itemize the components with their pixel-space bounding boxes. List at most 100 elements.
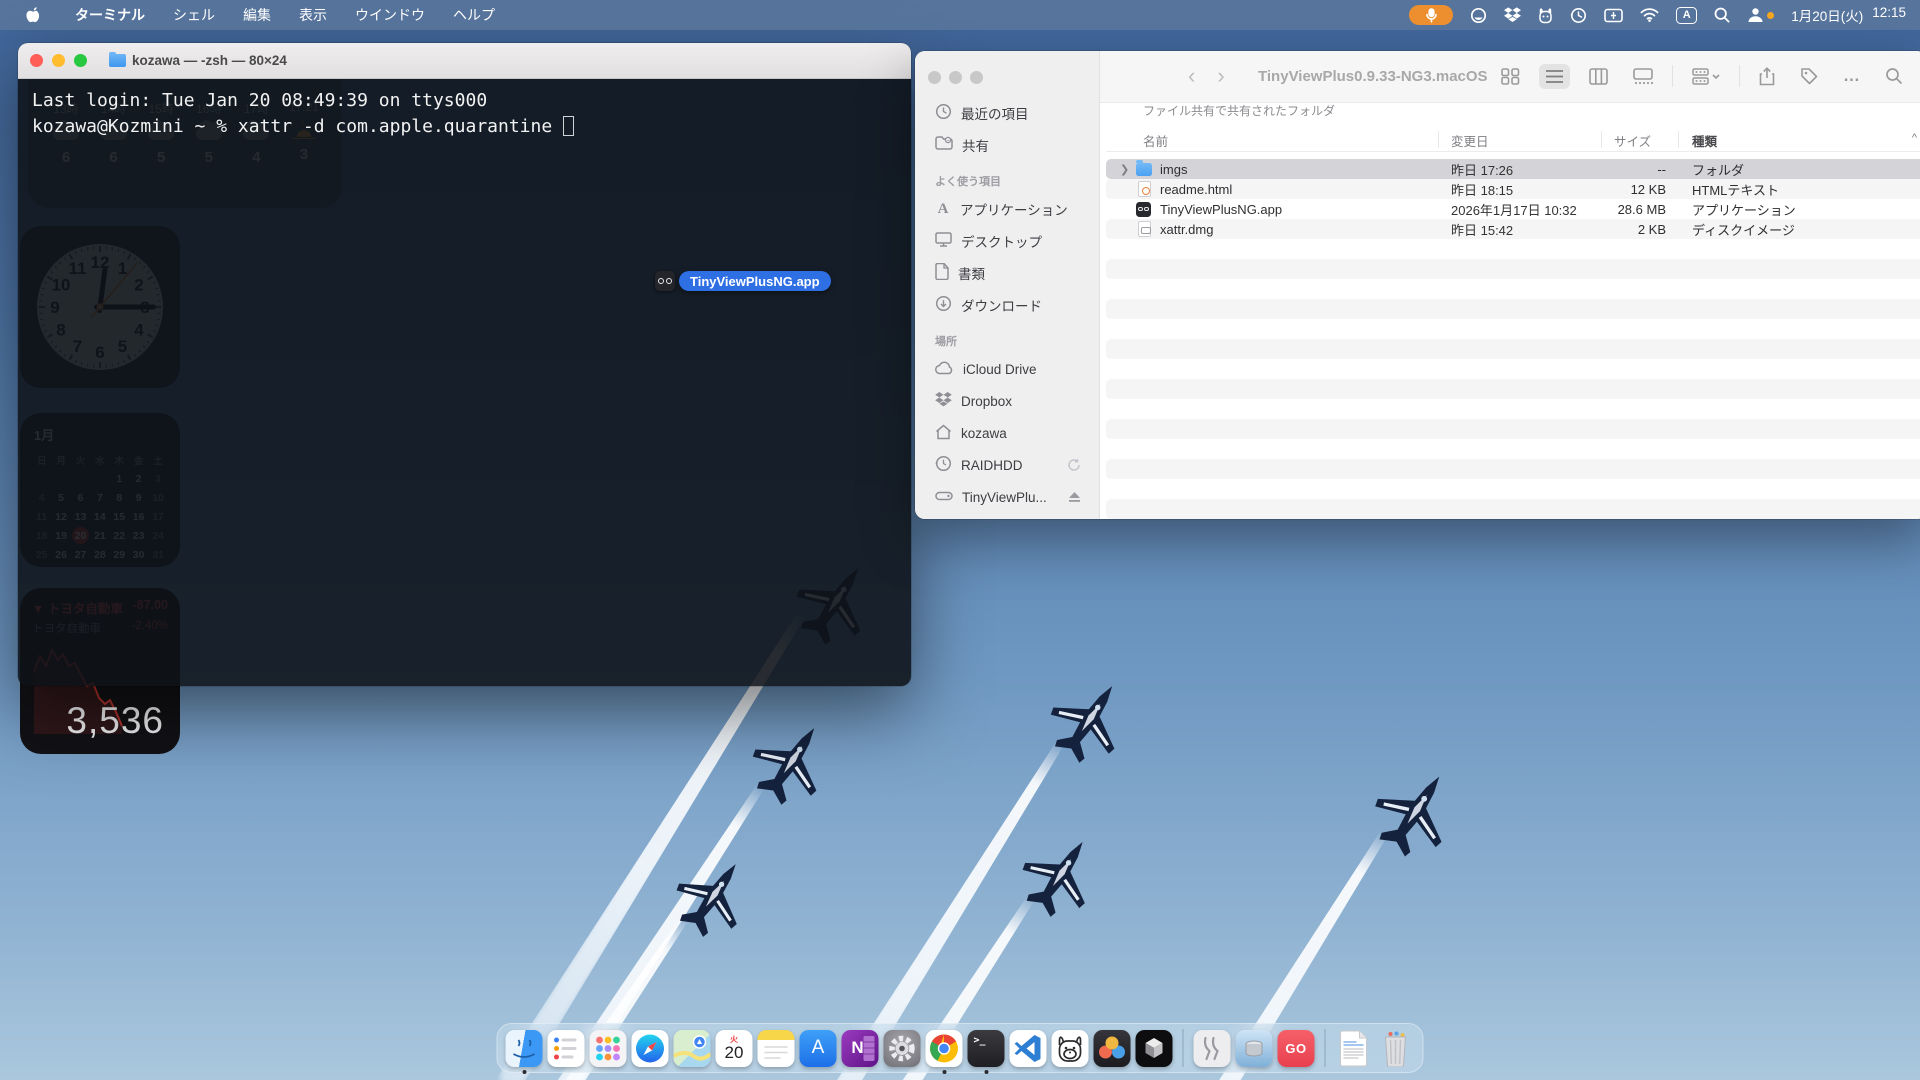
dock-app-store-icon[interactable]: A (800, 1030, 837, 1067)
sidebar-item-home[interactable]: kozawa (927, 420, 1089, 446)
folder-proxy-icon (109, 54, 126, 67)
dock-trash-icon[interactable] (1378, 1030, 1415, 1067)
list-header[interactable]: 名前 変更日 サイズ 種類 ^ (1106, 128, 1920, 152)
dock-maps-icon[interactable] (674, 1030, 711, 1067)
sidebar-item-applications[interactable]: Aアプリケーション (927, 196, 1089, 222)
dock-davinci-resolve-icon[interactable] (1094, 1030, 1131, 1067)
column-name[interactable]: 名前 (1143, 131, 1168, 150)
menu-edit[interactable]: 編集 (229, 0, 285, 30)
file-row-xattr.dmg[interactable]: xattr.dmg昨日 15:422 KBディスクイメージ (1106, 219, 1920, 239)
dock-finder-icon[interactable] (506, 1030, 543, 1067)
zoom-button[interactable] (74, 54, 87, 67)
dock: 火20 AN >_ GO (497, 1023, 1424, 1073)
dock-calendar-icon[interactable]: 火20 (716, 1030, 753, 1067)
sidebar-section-header: 場所 (935, 333, 957, 349)
view-gallery-button[interactable] (1627, 64, 1659, 89)
terminal-window[interactable]: kozawa — -zsh — 80×24 Last login: Tue Ja… (18, 43, 911, 686)
dock-chrome-icon[interactable] (926, 1030, 963, 1067)
menu-app-name[interactable]: ターミナル (61, 0, 159, 30)
drag-item[interactable]: TinyViewPlusNG.app (655, 271, 831, 291)
menu-bar-clock[interactable]: 1月20日(火) 12:15 (1791, 5, 1906, 25)
dock-tinyviewplus-icon[interactable] (1194, 1030, 1231, 1067)
user-switch-icon[interactable] (1747, 4, 1774, 26)
sidebar-item-desktop[interactable]: デスクトップ (927, 228, 1089, 254)
wifi-icon[interactable] (1640, 4, 1659, 26)
dock-separator (1183, 1029, 1184, 1067)
dock-tinyviewplus-ng-icon[interactable] (1236, 1030, 1273, 1067)
dock-go-icon[interactable]: GO (1278, 1030, 1315, 1067)
group-button[interactable] (1686, 64, 1726, 89)
search-icon[interactable] (1879, 63, 1909, 89)
dock-terminal-icon[interactable]: >_ (968, 1030, 1005, 1067)
dock-safari-icon[interactable] (632, 1030, 669, 1067)
tag-icon[interactable] (1794, 63, 1824, 89)
microphone-indicator[interactable] (1409, 5, 1453, 25)
minimize-button[interactable] (52, 54, 65, 67)
menu-shell[interactable]: シェル (159, 0, 229, 30)
sidebar-item-dropbox[interactable]: Dropbox (927, 388, 1089, 414)
dropbox-icon (935, 392, 952, 410)
sidebar-item-clock[interactable]: 最近の項目 (927, 100, 1089, 126)
menu-window[interactable]: ウインドウ (341, 0, 439, 30)
view-grid-button[interactable] (1495, 64, 1526, 89)
sidebar-item-downloads[interactable]: ダウンロード (927, 292, 1089, 318)
view-list-button[interactable] (1539, 64, 1570, 89)
finder-window[interactable]: 最近の項目共有よく使う項目Aアプリケーションデスクトップ書類ダウンロード場所iC… (915, 51, 1920, 519)
close-button[interactable] (30, 54, 43, 67)
menu-bar-time: 12:15 (1872, 5, 1906, 25)
dock-reminders-icon[interactable] (548, 1030, 585, 1067)
terminal-content[interactable]: Last login: Tue Jan 20 08:49:39 on ttys0… (18, 79, 911, 686)
spotlight-icon[interactable] (1714, 4, 1730, 26)
column-date[interactable]: 変更日 (1451, 131, 1489, 150)
sort-ascending-indicator[interactable]: ^ (1912, 132, 1917, 144)
icloud-icon (935, 361, 954, 378)
apple-menu[interactable] (24, 6, 39, 24)
view-columns-button[interactable] (1583, 64, 1614, 89)
file-row-TinyViewPlusNG.app[interactable]: TinyViewPlusNG.app2026年1月17日 10:3228.6 M… (1106, 199, 1920, 219)
sidebar-item-icloud[interactable]: iCloud Drive (927, 356, 1089, 382)
more-options-icon[interactable]: … (1837, 62, 1866, 90)
eject-icon[interactable] (1068, 491, 1081, 503)
forward-button[interactable]: › (1217, 63, 1224, 89)
sidebar-item-documents[interactable]: 書類 (927, 260, 1089, 286)
back-button[interactable]: ‹ (1188, 63, 1195, 89)
ollama-menu-icon[interactable] (1538, 4, 1553, 26)
dock-ollama-icon[interactable] (1052, 1030, 1089, 1067)
window-controls[interactable] (928, 71, 983, 84)
downloads-icon (935, 295, 952, 315)
column-size[interactable]: サイズ (1614, 131, 1651, 150)
display-icon[interactable] (1604, 4, 1623, 26)
close-button[interactable] (928, 71, 941, 84)
zoom-button[interactable] (970, 71, 983, 84)
disclosure-triangle[interactable]: ❯ (1120, 163, 1129, 176)
dropbox-menu-icon[interactable] (1504, 4, 1521, 26)
file-row-imgs[interactable]: ❯imgs昨日 17:26--フォルダ (1106, 159, 1920, 179)
dock-notes-icon[interactable] (758, 1030, 795, 1067)
sync-icon (1067, 458, 1081, 472)
input-source-icon[interactable]: A (1676, 7, 1697, 24)
dock-vscode-icon[interactable] (1010, 1030, 1047, 1067)
sidebar-item-shared-folder[interactable]: 共有 (927, 132, 1089, 158)
file-row-readme.html[interactable]: readme.html昨日 18:1512 KBHTMLテキスト (1106, 179, 1920, 199)
share-icon[interactable] (1753, 63, 1781, 90)
column-kind[interactable]: 種類 (1692, 131, 1717, 150)
menu-view[interactable]: 表示 (285, 0, 341, 30)
sidebar-item-external-disk[interactable]: TinyViewPlu... (927, 484, 1089, 510)
dock-launchpad-icon[interactable] (590, 1030, 627, 1067)
sidebar-item-timemachine[interactable]: RAIDHDD (927, 452, 1089, 478)
minimize-button[interactable] (949, 71, 962, 84)
terminal-titlebar[interactable]: kozawa — -zsh — 80×24 (18, 43, 911, 79)
time-machine-icon[interactable] (1570, 4, 1587, 26)
dock-onenote-icon[interactable]: N (842, 1030, 879, 1067)
dock-system-settings-icon[interactable] (884, 1030, 921, 1067)
menu-help[interactable]: ヘルプ (439, 0, 509, 30)
dock-document-icon[interactable] (1336, 1030, 1373, 1067)
sidebar-item-label: TinyViewPlu... (962, 490, 1047, 505)
empty-row (1106, 359, 1920, 379)
dock-unity-icon[interactable] (1136, 1030, 1173, 1067)
ring-app-icon[interactable] (1470, 4, 1487, 26)
file-date: 昨日 15:42 (1451, 220, 1513, 239)
mic-active-dot (1767, 12, 1774, 19)
file-size: 2 KB (1526, 222, 1666, 237)
empty-row (1106, 439, 1920, 459)
